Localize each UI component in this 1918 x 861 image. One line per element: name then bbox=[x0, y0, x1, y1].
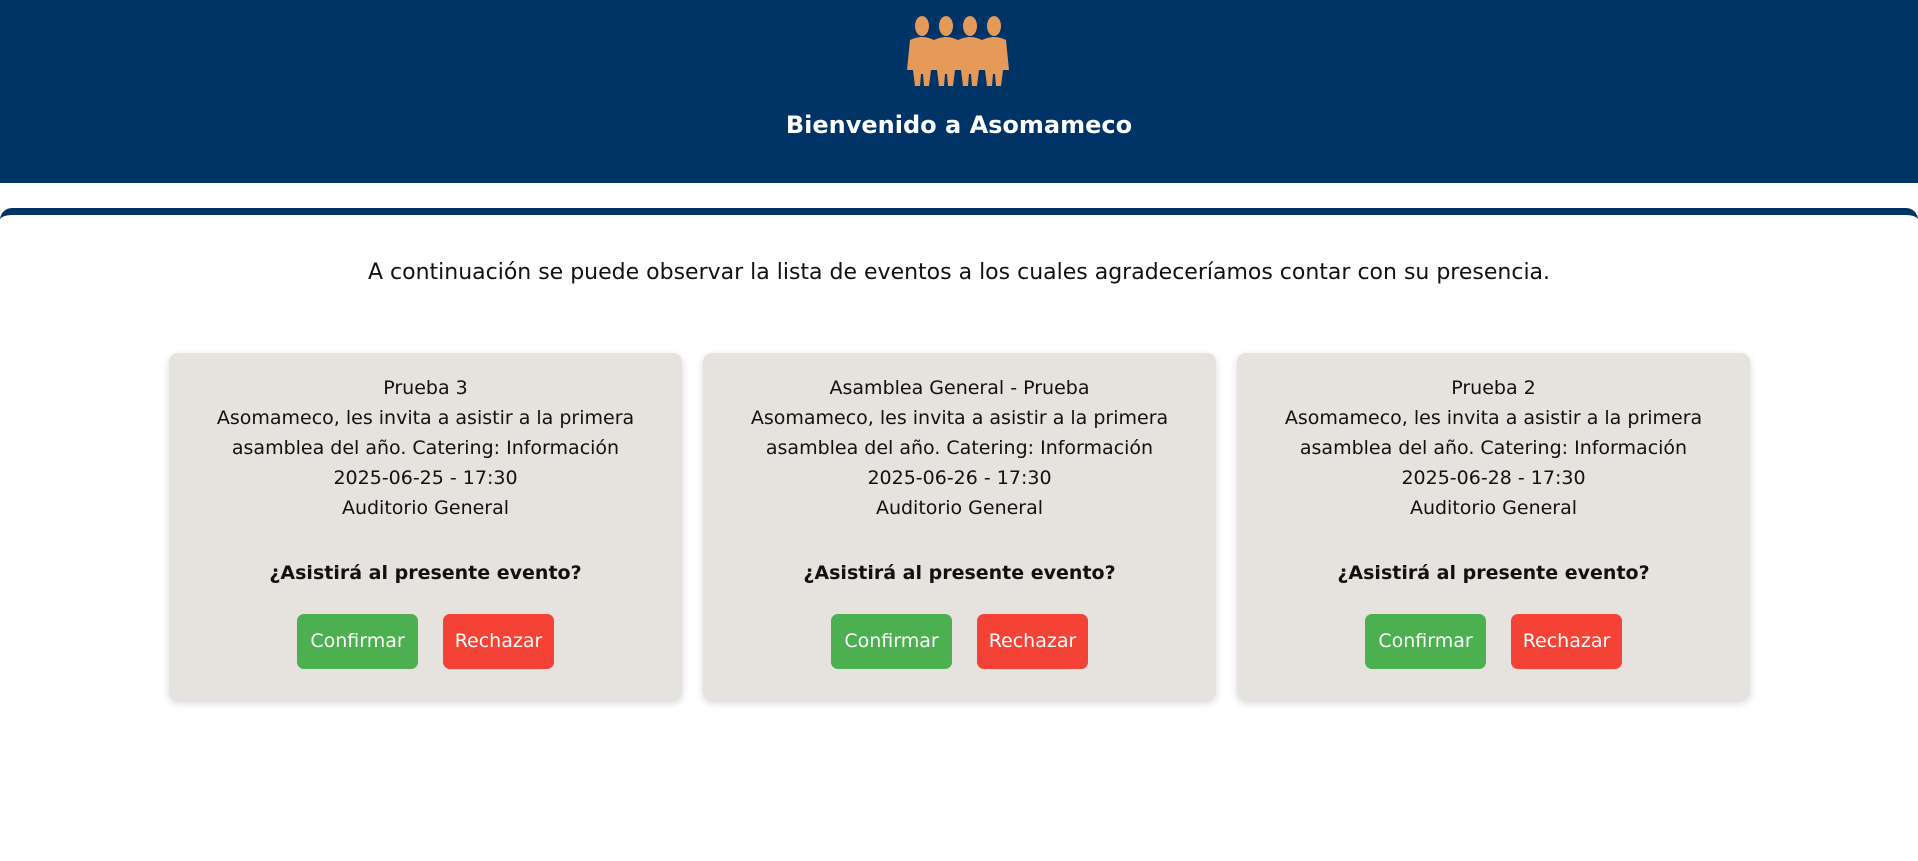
welcome-title: Bienvenido a Asomameco bbox=[785, 111, 1133, 139]
reject-button[interactable]: Rechazar bbox=[977, 614, 1088, 669]
confirm-button[interactable]: Confirmar bbox=[831, 614, 952, 669]
event-details: Prueba 2 Asomameco, les invita a asistir… bbox=[1253, 373, 1734, 523]
event-title: Asamblea General - Prueba bbox=[829, 377, 1090, 399]
event-card: Asamblea General - Prueba Asomameco, les… bbox=[703, 353, 1216, 700]
reject-button[interactable]: Rechazar bbox=[443, 614, 554, 669]
event-location: Auditorio General bbox=[1409, 497, 1578, 519]
event-card: Prueba 3 Asomameco, les invita a asistir… bbox=[169, 353, 682, 700]
event-details: Asamblea General - Prueba Asomameco, les… bbox=[719, 373, 1200, 523]
attendance-question: ¿Asistirá al presente evento? bbox=[1337, 562, 1650, 584]
event-title: Prueba 3 bbox=[383, 377, 468, 399]
event-description: Asomameco, les invita a asistir a la pri… bbox=[1284, 407, 1703, 459]
confirm-button[interactable]: Confirmar bbox=[297, 614, 418, 669]
people-group-icon bbox=[907, 16, 1009, 86]
events-panel: A continuación se puede observar la list… bbox=[0, 208, 1918, 861]
event-details: Prueba 3 Asomameco, les invita a asistir… bbox=[185, 373, 666, 523]
event-description: Asomameco, les invita a asistir a la pri… bbox=[216, 407, 635, 459]
event-datetime: 2025-06-26 - 17:30 bbox=[867, 467, 1052, 489]
event-datetime: 2025-06-28 - 17:30 bbox=[1401, 467, 1586, 489]
event-title: Prueba 2 bbox=[1451, 377, 1536, 399]
event-card: Prueba 2 Asomameco, les invita a asistir… bbox=[1237, 353, 1750, 700]
confirm-button[interactable]: Confirmar bbox=[1365, 614, 1486, 669]
event-location: Auditorio General bbox=[875, 497, 1044, 519]
site-header: Bienvenido a Asomameco bbox=[0, 0, 1918, 183]
attendance-question: ¿Asistirá al presente evento? bbox=[803, 562, 1116, 584]
reject-button[interactable]: Rechazar bbox=[1511, 614, 1622, 669]
attendance-question: ¿Asistirá al presente evento? bbox=[269, 562, 582, 584]
event-description: Asomameco, les invita a asistir a la pri… bbox=[750, 407, 1169, 459]
event-location: Auditorio General bbox=[341, 497, 510, 519]
event-datetime: 2025-06-25 - 17:30 bbox=[333, 467, 518, 489]
intro-text: A continuación se puede observar la list… bbox=[367, 260, 1551, 285]
